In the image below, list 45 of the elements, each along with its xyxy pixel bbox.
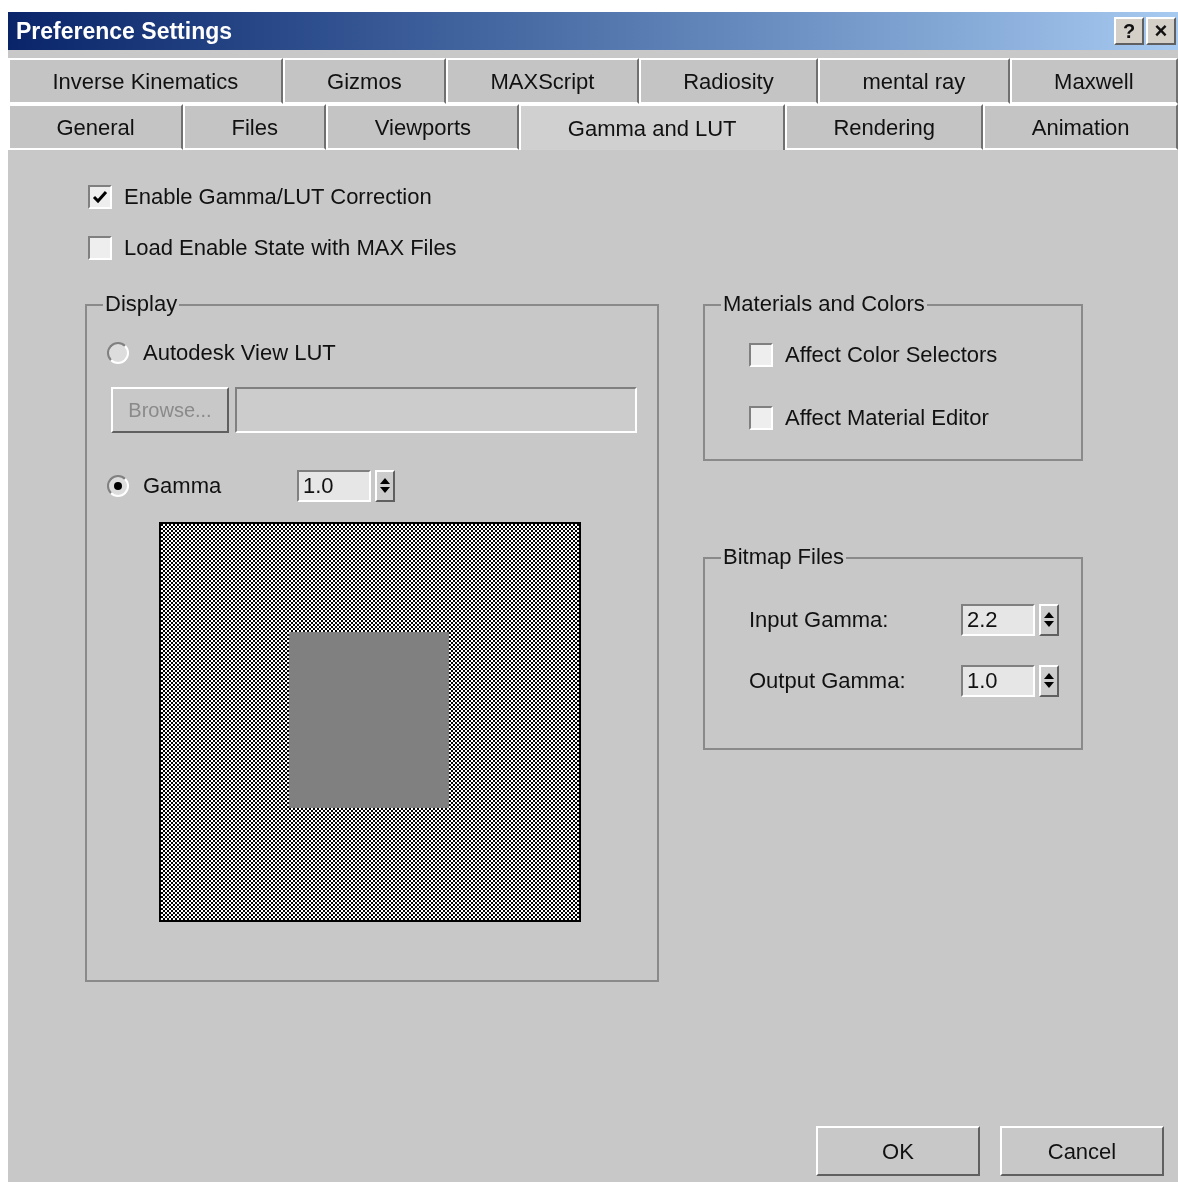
- up-arrow-icon: [1044, 673, 1054, 679]
- tab[interactable]: Animation: [983, 104, 1178, 150]
- tab[interactable]: mental ray: [818, 58, 1010, 104]
- down-arrow-icon: [1044, 682, 1054, 688]
- down-arrow-icon: [380, 487, 390, 493]
- checkbox[interactable]: [88, 184, 112, 209]
- checkbox-label: Load Enable State with MAX Files: [124, 234, 457, 262]
- field-label: Output Gamma:: [749, 667, 906, 695]
- gamma-field[interactable]: 1.0: [297, 469, 371, 502]
- radio-label: Autodesk View LUT: [143, 339, 336, 367]
- down-arrow-icon: [1044, 621, 1054, 627]
- checkbox[interactable]: [88, 235, 112, 260]
- spinner-arrows[interactable]: [1039, 664, 1059, 697]
- help-button[interactable]: ?: [1114, 17, 1144, 45]
- up-arrow-icon: [380, 478, 390, 484]
- gamma-field[interactable]: 1.0: [961, 664, 1035, 697]
- checkbox-label: Enable Gamma/LUT Correction: [124, 183, 432, 211]
- tab[interactable]: Maxwell: [1009, 58, 1178, 104]
- dialog-button[interactable]: OK: [816, 1126, 980, 1176]
- tab[interactable]: Rendering: [785, 104, 984, 150]
- checkbox-label: Affect Color Selectors: [785, 341, 998, 369]
- tab[interactable]: Inverse Kinematics: [8, 58, 283, 104]
- tab[interactable]: Gizmos: [282, 58, 447, 104]
- tab[interactable]: MAXScript: [446, 58, 639, 104]
- radio-label: Gamma: [143, 472, 223, 500]
- spinner-arrows[interactable]: [375, 469, 395, 502]
- path-field[interactable]: [235, 387, 637, 433]
- gamma-field[interactable]: 2.2: [961, 603, 1035, 636]
- radio-button[interactable]: [107, 341, 129, 364]
- checkbox[interactable]: [749, 342, 773, 367]
- tab[interactable]: Radiosity: [638, 58, 819, 104]
- spinner-arrows[interactable]: [1039, 603, 1059, 636]
- dialog-button[interactable]: Cancel: [1000, 1126, 1164, 1176]
- window-title: Preference Settings: [16, 16, 233, 46]
- tab[interactable]: General: [8, 104, 184, 150]
- checkmark-icon: [92, 189, 108, 204]
- radio-button[interactable]: [107, 474, 129, 497]
- tab[interactable]: Gamma and LUT: [519, 104, 785, 150]
- tab[interactable]: Viewports: [326, 104, 520, 150]
- field-label: Input Gamma:: [749, 606, 889, 634]
- checkbox[interactable]: [749, 405, 773, 430]
- close-button[interactable]: ×: [1146, 17, 1176, 45]
- up-arrow-icon: [1044, 612, 1054, 618]
- checkbox-label: Affect Material Editor: [785, 404, 989, 432]
- tab[interactable]: Files: [183, 104, 327, 150]
